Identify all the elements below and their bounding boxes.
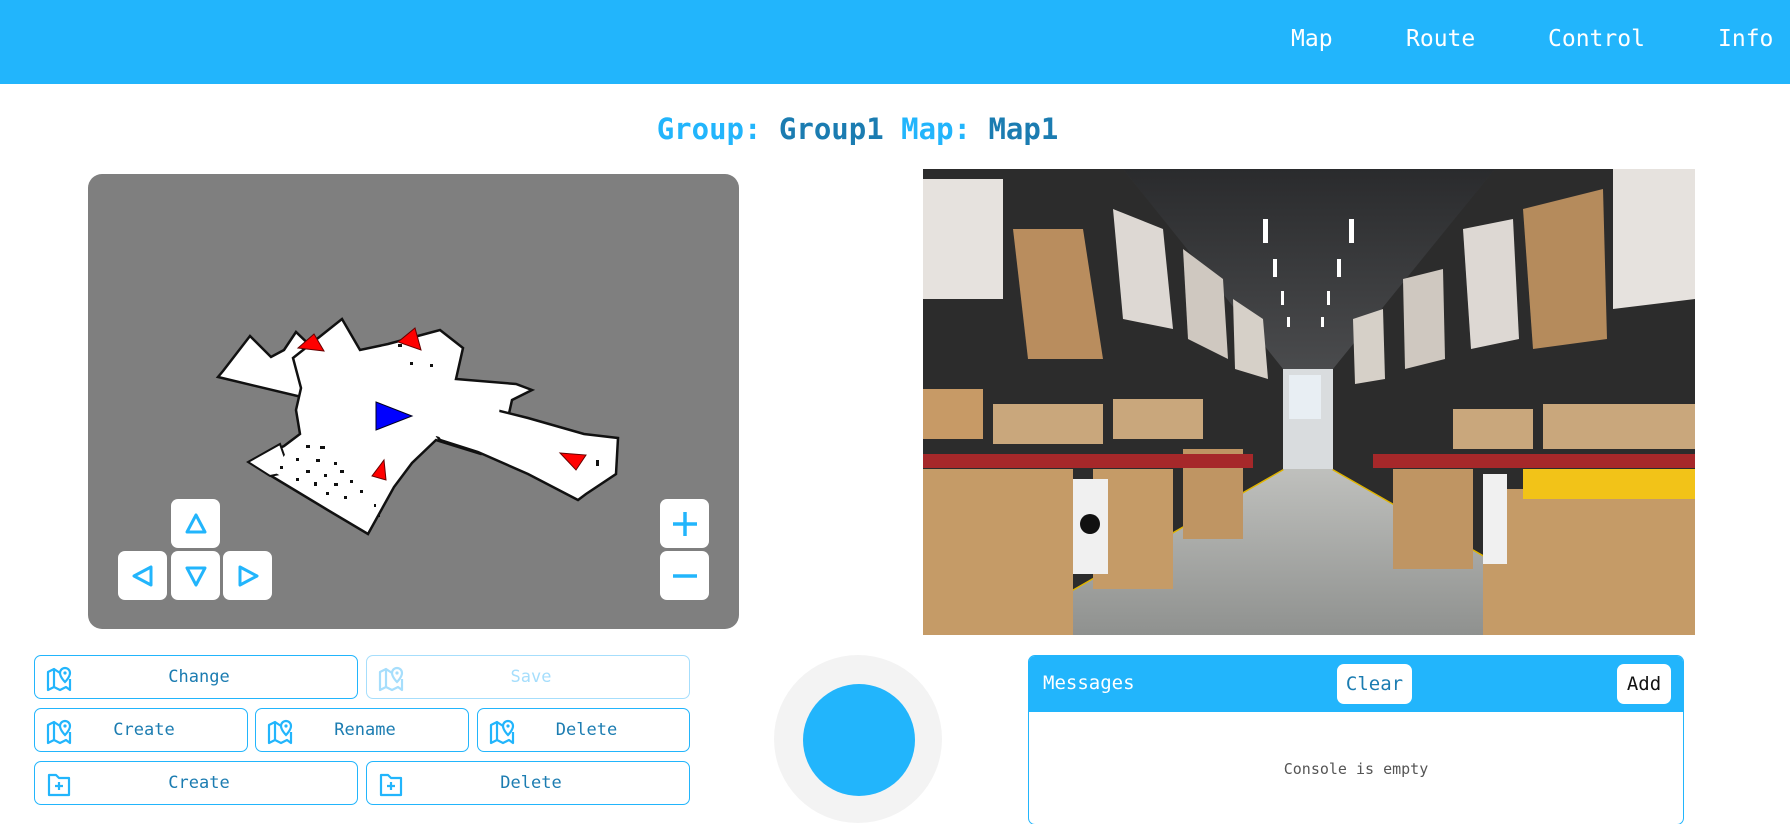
map-value: Map1	[988, 112, 1059, 146]
nav-map[interactable]: Map	[1291, 26, 1333, 52]
joystick-handle[interactable]	[803, 684, 915, 796]
save-map-label: Save	[510, 667, 552, 687]
nav-route[interactable]: Route	[1406, 26, 1475, 52]
triangle-down-icon	[185, 566, 206, 586]
folder-plus-icon	[47, 773, 71, 797]
save-map-button[interactable]: Save	[366, 655, 690, 699]
top-nav-bar: Map Route Control Info	[0, 0, 1790, 84]
map-label: Map:	[901, 112, 971, 146]
delete-group-label: Delete	[500, 773, 562, 793]
camera-feed	[923, 169, 1695, 635]
zoom-in-button[interactable]	[660, 499, 709, 548]
console-empty-text: Console is empty	[1283, 760, 1429, 778]
map-view[interactable]	[88, 174, 739, 629]
messages-title: Messages	[1043, 672, 1135, 694]
triangle-left-icon	[132, 565, 152, 586]
create-group-label: Create	[168, 773, 230, 793]
warehouse-image	[923, 169, 1695, 635]
pan-down-button[interactable]	[171, 551, 220, 600]
map-pin-icon	[46, 666, 72, 692]
pan-up-button[interactable]	[171, 499, 220, 548]
pan-right-button[interactable]	[223, 551, 272, 600]
map-pin-icon	[267, 719, 293, 745]
delete-group-button[interactable]: Delete	[366, 761, 690, 805]
plus-icon	[672, 511, 697, 536]
explored-area	[215, 317, 620, 536]
page-title: Group: Group1 Map: Map1	[0, 112, 1715, 146]
nav-info[interactable]: Info	[1718, 26, 1773, 52]
triangle-up-icon	[185, 513, 206, 533]
pan-left-button[interactable]	[118, 551, 167, 600]
map-pin-icon	[378, 666, 404, 692]
group-value: Group1	[778, 112, 884, 146]
map-pin-icon	[489, 719, 515, 745]
delete-map-button[interactable]: Delete	[477, 708, 690, 752]
messages-header: Messages Clear Add	[1029, 656, 1683, 712]
triangle-right-icon	[238, 565, 258, 586]
add-message-button[interactable]: Add	[1617, 664, 1671, 704]
messages-panel: Messages Clear Add Console is empty	[1028, 655, 1684, 824]
clear-messages-button[interactable]: Clear	[1337, 664, 1412, 704]
minus-icon	[672, 573, 697, 578]
rename-map-button[interactable]: Rename	[255, 708, 469, 752]
create-group-button[interactable]: Create	[34, 761, 358, 805]
change-map-button[interactable]: Change	[34, 655, 358, 699]
zoom-out-button[interactable]	[660, 551, 709, 600]
group-label: Group:	[656, 112, 762, 146]
nav-control[interactable]: Control	[1548, 26, 1645, 52]
map-pin-icon	[46, 719, 72, 745]
create-map-button[interactable]: Create	[34, 708, 248, 752]
folder-plus-icon	[379, 773, 403, 797]
change-map-label: Change	[168, 667, 230, 687]
